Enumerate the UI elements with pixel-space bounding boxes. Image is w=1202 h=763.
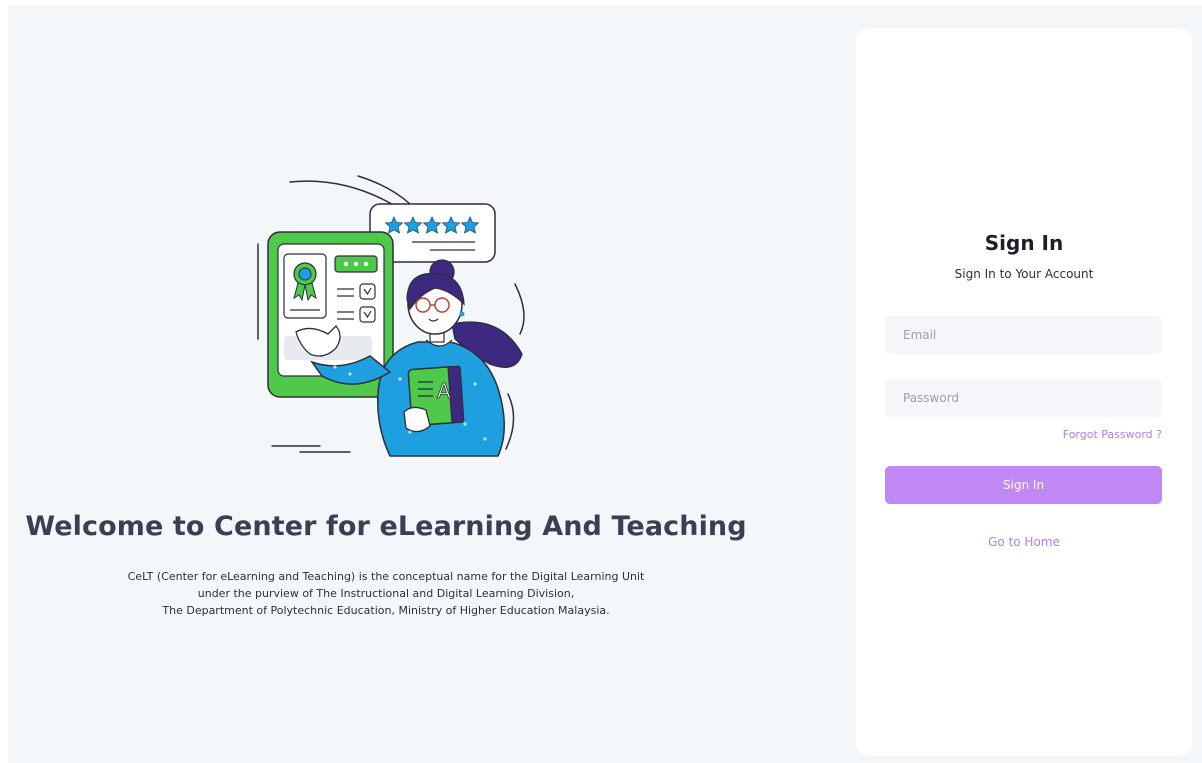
welcome-description-line: The Department of Polytechnic Education,… bbox=[162, 604, 610, 617]
signin-subtitle: Sign In to Your Account bbox=[954, 267, 1094, 281]
welcome-description: CeLT (Center for eLearning and Teaching)… bbox=[8, 568, 764, 619]
welcome-panel: A Welcome to Center for eLearning And Te… bbox=[8, 6, 856, 763]
signin-card: Sign In Sign In to Your Account Forgot P… bbox=[856, 28, 1192, 756]
elearning-illustration-icon: A bbox=[257, 175, 525, 457]
forgot-password-link[interactable]: Forgot Password ? bbox=[1063, 428, 1162, 441]
svg-text:A: A bbox=[437, 379, 451, 403]
email-input[interactable] bbox=[885, 316, 1162, 354]
welcome-title: Welcome to Center for eLearning And Teac… bbox=[25, 511, 747, 542]
welcome-description-line: under the purview of The Instructional a… bbox=[197, 587, 575, 600]
password-input[interactable] bbox=[885, 379, 1162, 417]
signin-button[interactable]: Sign In bbox=[885, 466, 1162, 504]
welcome-description-line: CeLT (Center for eLearning and Teaching)… bbox=[127, 570, 645, 583]
signin-title: Sign In bbox=[984, 231, 1064, 255]
login-page: A Welcome to Center for eLearning And Te… bbox=[8, 6, 1202, 763]
go-to-home-link[interactable]: Go to Home bbox=[856, 535, 1192, 549]
